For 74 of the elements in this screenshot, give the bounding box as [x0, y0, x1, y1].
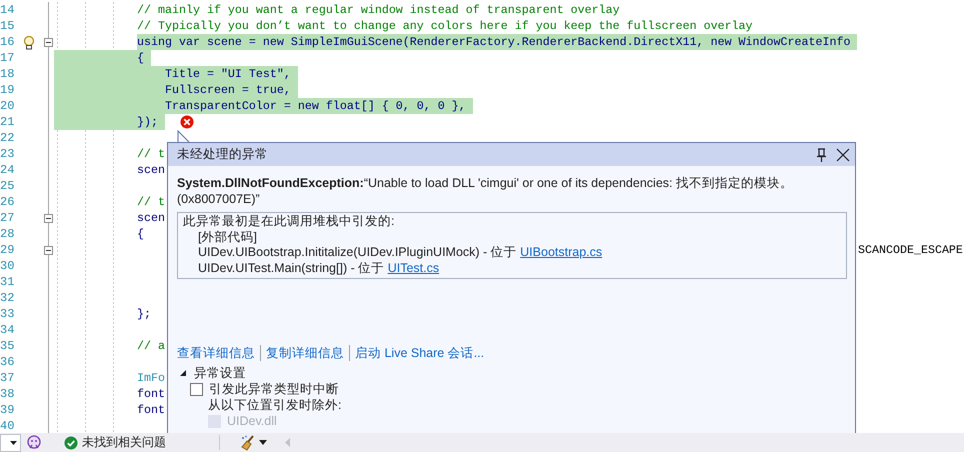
line-number: 33	[0, 306, 16, 322]
close-icon	[836, 148, 850, 162]
line-number: 18	[0, 66, 16, 82]
checkbox-label: 引发此异常类型时中断	[209, 381, 339, 397]
line-number: 36	[0, 354, 16, 370]
line-number: 25	[0, 178, 16, 194]
expanded-triangle-icon[interactable]	[179, 369, 187, 377]
line-number: 17	[0, 50, 16, 66]
action-link[interactable]: 查看详细信息	[177, 345, 260, 361]
line-number: 23	[0, 146, 16, 162]
stack-frame: UIDev.UIBootstrap.Inititalize(UIDev.IPluginUIMock) - 位于	[198, 245, 520, 260]
caret-icon	[10, 440, 17, 444]
line-number: 24	[0, 162, 16, 178]
line-number: 19	[0, 82, 16, 98]
code-line: ImFo	[137, 370, 165, 386]
code-line: // a	[137, 338, 165, 354]
line-number: 15	[0, 18, 16, 34]
line-number: 16	[0, 34, 16, 50]
code-line: // t	[137, 146, 165, 162]
issues-status: 未找到相关问题	[82, 434, 166, 451]
line-number: 22	[0, 130, 16, 146]
code-line: font	[137, 402, 165, 418]
code-line: };	[137, 306, 151, 322]
code-line: // mainly if you want a regular window instead of transparent overlay	[137, 2, 620, 18]
code-line: // t	[137, 194, 165, 210]
code-line: SCANCODE_ESCAPE	[858, 242, 963, 258]
file-link[interactable]: UIBootstrap.cs	[520, 245, 602, 260]
action-link[interactable]: 复制详细信息	[260, 345, 349, 361]
arrow-left-icon	[285, 438, 290, 447]
settings-heading: 异常设置	[194, 365, 246, 381]
code-line: scen	[137, 162, 165, 178]
line-number: 39	[0, 402, 16, 418]
collapse-toggle[interactable]	[44, 246, 52, 254]
exception-label: 从以下位置引发时除外:	[207, 397, 342, 413]
assistant-button[interactable]	[26, 435, 42, 450]
line-number: 20	[0, 98, 16, 114]
line-number: 27	[0, 210, 16, 226]
line-number: 38	[0, 386, 16, 402]
line-number: 21	[0, 114, 16, 130]
caret-icon	[259, 440, 267, 445]
success-check-icon	[64, 436, 78, 450]
broom-icon	[240, 434, 255, 450]
line-number: 28	[0, 226, 16, 242]
error-icon[interactable]	[180, 115, 194, 129]
pin-icon	[814, 148, 828, 162]
line-number: 40	[0, 418, 16, 433]
stack-frame: UIDev.UITest.Main(string[]) - 位于	[198, 260, 388, 276]
line-number: 37	[0, 370, 16, 386]
checkbox[interactable]	[190, 382, 203, 396]
action-link[interactable]: 启动 Live Share 会话...	[349, 345, 490, 361]
code-line: {	[137, 226, 144, 242]
line-number: 29	[0, 242, 16, 258]
popup-title: 未经处理的异常	[177, 146, 269, 163]
checkbox-label: UIDev.dll	[227, 413, 277, 429]
call-stack-heading: 此异常最初是在此调用堆栈中引发的:	[183, 214, 396, 230]
code-line: scen	[137, 210, 165, 226]
exception-message: System.DllNotFoundException:“Unable to load DLL 'cimgui' or one of its dependencies: 找不到指定的模块。 (0x8007007E)”	[177, 175, 794, 207]
lightbulb-icon[interactable]	[22, 34, 36, 50]
line-number: 32	[0, 290, 16, 306]
file-link[interactable]: UITest.cs	[388, 260, 440, 276]
dropdown-button[interactable]	[0, 434, 21, 452]
assistant-icon	[26, 435, 42, 450]
stack-frame: [外部代码]	[198, 230, 257, 245]
code-line: // Typically you don’t want to change any colors here if you keep the fullscreen overlay	[137, 18, 753, 34]
line-number: 26	[0, 194, 16, 210]
line-number: 34	[0, 322, 16, 338]
line-number: 30	[0, 258, 16, 274]
line-number: 31	[0, 274, 16, 290]
collapse-toggle[interactable]	[44, 38, 52, 46]
cleanup-button[interactable]	[240, 434, 267, 450]
line-number: 14	[0, 2, 16, 18]
line-number: 35	[0, 338, 16, 354]
code-line: font	[137, 386, 165, 402]
collapse-toggle[interactable]	[44, 214, 52, 222]
